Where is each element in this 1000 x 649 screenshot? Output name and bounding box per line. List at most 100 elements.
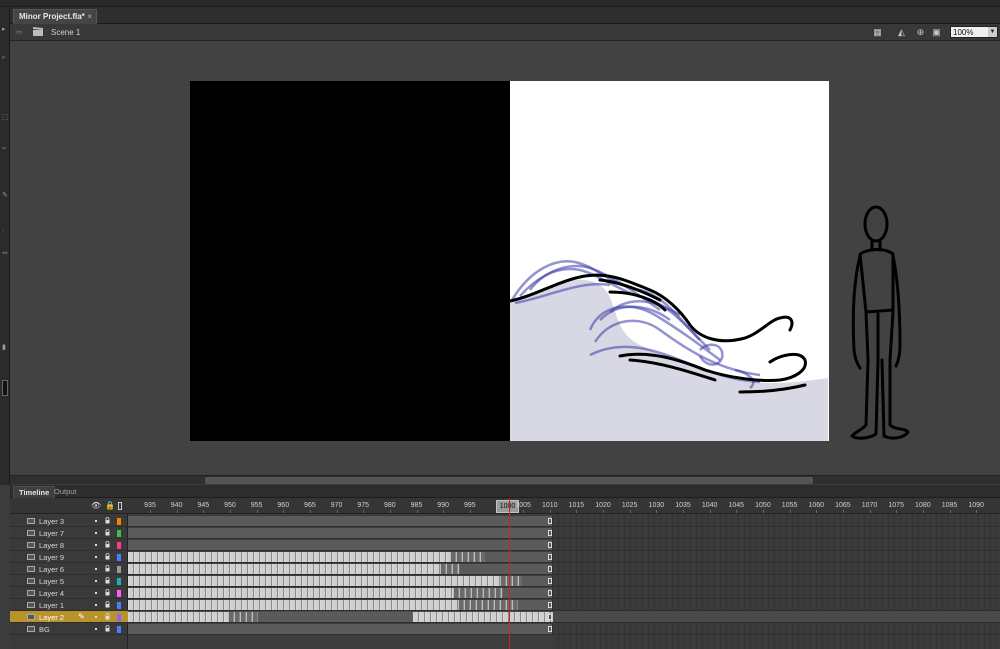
frame-row[interactable] [128, 527, 1000, 539]
frame-span[interactable] [128, 528, 553, 538]
frame-row[interactable] [128, 587, 1000, 599]
keyframe-span[interactable] [128, 552, 450, 562]
frame-span[interactable] [128, 516, 553, 526]
stage[interactable] [510, 81, 829, 441]
document-tab[interactable]: Minor Project.fla* × [13, 9, 97, 24]
snap-icon[interactable]: ⊕ [915, 27, 926, 38]
layer-row[interactable]: Layer 8 [10, 539, 128, 551]
keyframe-span[interactable] [128, 576, 500, 586]
outline-color-swatch[interactable] [117, 542, 121, 549]
close-icon[interactable]: × [87, 12, 92, 21]
frame-row[interactable] [128, 575, 1000, 587]
outline-color-swatch[interactable] [117, 518, 121, 525]
layer-row[interactable]: Layer 3 [10, 515, 128, 527]
frame-span[interactable] [128, 540, 553, 550]
outline-color-swatch[interactable] [117, 578, 121, 585]
blank-keyframe-span[interactable] [440, 564, 460, 574]
blank-keyframe-span[interactable] [228, 612, 258, 622]
layer-name[interactable]: BG [39, 625, 50, 634]
selection-tool-icon[interactable]: ▸ [2, 26, 8, 33]
outline-all-icon[interactable] [118, 502, 122, 510]
layer-name[interactable]: Layer 5 [39, 577, 64, 586]
frame-row[interactable] [128, 515, 1000, 527]
outline-color-swatch[interactable] [117, 602, 121, 609]
frame-grid[interactable] [128, 514, 1000, 649]
layer-name[interactable]: Layer 1 [39, 601, 64, 610]
zoom-select[interactable]: 100% ▼ [950, 26, 998, 38]
visibility-dot[interactable] [95, 532, 97, 534]
outline-color-swatch[interactable] [117, 590, 121, 597]
frame-row[interactable] [128, 623, 1000, 635]
layer-row[interactable]: Layer 2 ✎ [10, 611, 128, 623]
fill-color-icon[interactable] [2, 380, 8, 396]
edit-scene-icon[interactable]: ▦ [872, 27, 883, 38]
lock-icon[interactable] [105, 625, 110, 632]
clip-to-stage-icon[interactable]: ▣ [931, 27, 942, 38]
layer-name[interactable]: Layer 6 [39, 565, 64, 574]
keyframe-span[interactable] [128, 564, 440, 574]
playhead[interactable] [509, 498, 510, 649]
frame-span[interactable] [128, 624, 553, 634]
free-transform-tool-icon[interactable]: ⬚ [2, 114, 9, 121]
brush-tool-icon[interactable]: ᐧ [2, 228, 8, 235]
chevron-down-icon[interactable]: ▼ [988, 27, 997, 37]
keyframe-span[interactable] [128, 588, 453, 598]
lock-icon[interactable] [105, 601, 110, 608]
keyframe-span[interactable] [413, 612, 553, 622]
frame-row[interactable] [128, 539, 1000, 551]
subselection-tool-icon[interactable]: ▹ [2, 54, 8, 61]
outline-color-swatch[interactable] [117, 530, 121, 537]
lock-icon[interactable] [105, 589, 110, 596]
lock-icon[interactable] [105, 565, 110, 572]
visibility-dot[interactable] [95, 556, 97, 558]
show-hide-all-icon[interactable]: 👁 [91, 501, 101, 510]
lasso-tool-icon[interactable]: ᴗ [2, 144, 8, 151]
back-arrow-icon[interactable]: ⇦ [15, 27, 23, 38]
visibility-dot[interactable] [95, 568, 97, 570]
frame-row[interactable] [128, 599, 1000, 611]
blank-keyframe-span[interactable] [450, 552, 485, 562]
visibility-dot[interactable] [95, 628, 97, 630]
blank-keyframe-span[interactable] [453, 588, 503, 598]
lock-icon[interactable] [105, 529, 110, 536]
visibility-dot[interactable] [95, 580, 97, 582]
frame-row[interactable] [128, 563, 1000, 575]
outline-color-swatch[interactable] [117, 554, 121, 561]
layer-row[interactable]: Layer 7 [10, 527, 128, 539]
visibility-dot[interactable] [95, 592, 97, 594]
keyframe-span[interactable] [128, 600, 458, 610]
layer-name[interactable]: Layer 3 [39, 517, 64, 526]
stroke-color-icon[interactable]: ▮ [2, 344, 8, 351]
layer-row[interactable]: Layer 4 [10, 587, 128, 599]
stage-horizontal-scrollbar[interactable] [10, 475, 1000, 484]
lock-icon[interactable] [105, 517, 110, 524]
layer-name[interactable]: Layer 4 [39, 589, 64, 598]
scrollbar-thumb[interactable] [205, 477, 813, 484]
frame-row[interactable] [128, 611, 1000, 623]
lock-all-icon[interactable]: 🔒 [105, 501, 115, 510]
layer-name[interactable]: Layer 7 [39, 529, 64, 538]
visibility-dot[interactable] [95, 544, 97, 546]
layer-row[interactable]: Layer 9 [10, 551, 128, 563]
visibility-dot[interactable] [95, 604, 97, 606]
outline-color-swatch[interactable] [117, 566, 121, 573]
layer-name[interactable]: Layer 2 [39, 613, 64, 622]
keyframe-span[interactable] [128, 612, 228, 622]
layer-row[interactable]: Layer 1 [10, 599, 128, 611]
frame-row[interactable] [128, 551, 1000, 563]
tab-output[interactable]: Output [49, 486, 82, 498]
visibility-dot[interactable] [95, 616, 97, 618]
pen-tool-icon[interactable]: ✎ [2, 192, 8, 199]
edit-symbols-icon[interactable]: ◭ [896, 27, 907, 38]
outline-color-swatch[interactable] [117, 614, 121, 621]
layer-row[interactable]: Layer 5 [10, 575, 128, 587]
layer-row[interactable]: Layer 6 [10, 563, 128, 575]
lock-icon[interactable] [105, 613, 110, 620]
layer-row[interactable]: BG [10, 623, 128, 635]
outline-color-swatch[interactable] [117, 626, 121, 633]
bone-tool-icon[interactable]: ∾ [2, 250, 8, 257]
visibility-dot[interactable] [95, 520, 97, 522]
lock-icon[interactable] [105, 541, 110, 548]
blank-keyframe-span[interactable] [500, 576, 522, 586]
lock-icon[interactable] [105, 553, 110, 560]
